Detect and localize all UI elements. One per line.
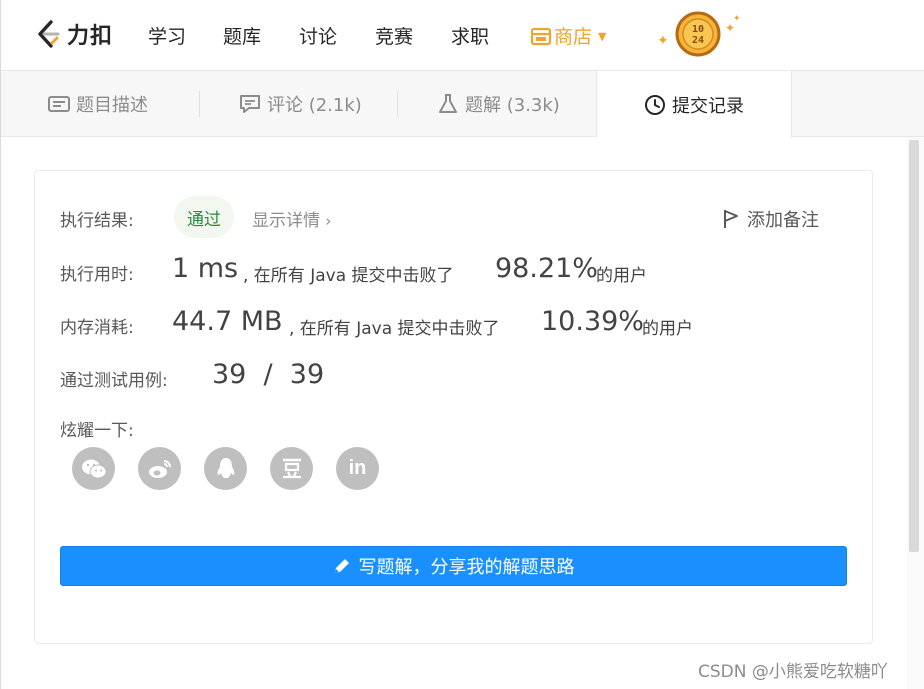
runtime-percent: 98.21% bbox=[495, 253, 598, 284]
runtime-text: , 在所有 Java 提交中击败了 bbox=[243, 266, 454, 286]
nav-shop-label: 商店 bbox=[554, 26, 593, 48]
memory-text: , 在所有 Java 提交中击败了 bbox=[289, 319, 500, 339]
submission-result-card: 执行结果: 通过 显示详情 › 添加备注 执行用时: 1 ms , 在所有 Ja… bbox=[34, 170, 873, 644]
write-solution-label: 写题解，分享我的解题思路 bbox=[358, 557, 575, 578]
memory-suffix: 的用户 bbox=[642, 319, 693, 339]
add-note-label: 添加备注 bbox=[747, 210, 819, 231]
scrollbar-thumb[interactable] bbox=[909, 140, 919, 552]
show-detail-link[interactable]: 显示详情 › bbox=[252, 206, 331, 231]
logo-text: 力扣 bbox=[67, 24, 114, 49]
tests-value: 39 / 39 bbox=[212, 359, 325, 390]
nav-learn[interactable]: 学习 bbox=[148, 22, 186, 49]
nav-jobs[interactable]: 求职 bbox=[451, 22, 489, 49]
svg-text:✦: ✦ bbox=[657, 33, 669, 49]
coin-badge[interactable]: ✦ ✦ ✦ 10 24 bbox=[655, 10, 745, 62]
douban-icon[interactable] bbox=[270, 447, 313, 490]
runtime-suffix: 的用户 bbox=[596, 266, 647, 286]
runtime-value: 1 ms bbox=[172, 253, 239, 284]
share-label: 炫耀一下: bbox=[60, 421, 134, 441]
tab-divider bbox=[397, 91, 398, 117]
coin-text-bottom: 24 bbox=[692, 35, 704, 46]
qq-icon[interactable] bbox=[204, 447, 247, 490]
tab-divider bbox=[199, 91, 200, 117]
tab-submissions[interactable]: 提交记录 bbox=[596, 71, 792, 138]
top-navbar: 力扣 学习 题库 讨论 竞赛 求职 商店 ▼ ✦ ✦ ✦ 10 24 bbox=[1, 0, 924, 71]
tab-description[interactable]: 题目描述 bbox=[48, 71, 148, 137]
leetcode-logo-icon bbox=[38, 20, 60, 48]
chevron-down-icon: ▼ bbox=[598, 30, 607, 43]
svg-text:✦: ✦ bbox=[733, 14, 741, 24]
result-label: 执行结果: bbox=[60, 211, 134, 231]
tab-comments-label: 评论 (2.1k) bbox=[267, 95, 362, 116]
memory-percent: 10.39% bbox=[541, 306, 644, 337]
memory-label: 内存消耗: bbox=[60, 318, 134, 338]
leetcode-logo[interactable]: 力扣 bbox=[33, 17, 113, 51]
memory-value: 44.7 MB bbox=[172, 306, 283, 337]
pencil-icon bbox=[334, 559, 349, 573]
coin-text-top: 10 bbox=[692, 24, 704, 35]
problem-tabs: 题目描述 评论 (2.1k) 题解 (3.3k) 提交记录 bbox=[1, 71, 924, 138]
weibo-icon[interactable] bbox=[138, 447, 181, 490]
nav-contest[interactable]: 竞赛 bbox=[375, 22, 413, 49]
coin-icon: ✦ ✦ ✦ 10 24 bbox=[657, 11, 741, 57]
runtime-label: 执行用时: bbox=[60, 265, 134, 285]
store-icon bbox=[530, 27, 552, 45]
chevron-right-icon: › bbox=[325, 212, 332, 230]
tab-solutions-label: 题解 (3.3k) bbox=[465, 95, 560, 116]
wechat-icon[interactable] bbox=[72, 447, 115, 490]
csdn-watermark: CSDN @小熊爱吃软糖吖 bbox=[698, 662, 888, 682]
tests-label: 通过测试用例: bbox=[60, 371, 168, 391]
nav-discuss[interactable]: 讨论 bbox=[299, 22, 337, 49]
comment-icon bbox=[240, 95, 260, 113]
tab-comments[interactable]: 评论 (2.1k) bbox=[239, 71, 362, 137]
nav-shop[interactable]: 商店 ▼ bbox=[530, 22, 606, 49]
status-badge: 通过 bbox=[174, 196, 234, 238]
clock-icon bbox=[645, 94, 665, 115]
add-note-button[interactable]: 添加备注 bbox=[723, 206, 819, 232]
write-solution-button[interactable]: 写题解，分享我的解题思路 bbox=[60, 546, 847, 586]
show-detail-label: 显示详情 bbox=[252, 211, 320, 231]
description-icon bbox=[48, 96, 70, 112]
tab-submissions-label: 提交记录 bbox=[672, 95, 744, 117]
flask-icon bbox=[439, 94, 457, 113]
flag-icon bbox=[724, 210, 738, 228]
linkedin-icon[interactable]: in bbox=[336, 447, 379, 490]
tab-description-label: 题目描述 bbox=[76, 95, 148, 116]
tab-solutions[interactable]: 题解 (3.3k) bbox=[437, 71, 560, 137]
nav-problemset[interactable]: 题库 bbox=[223, 22, 261, 49]
